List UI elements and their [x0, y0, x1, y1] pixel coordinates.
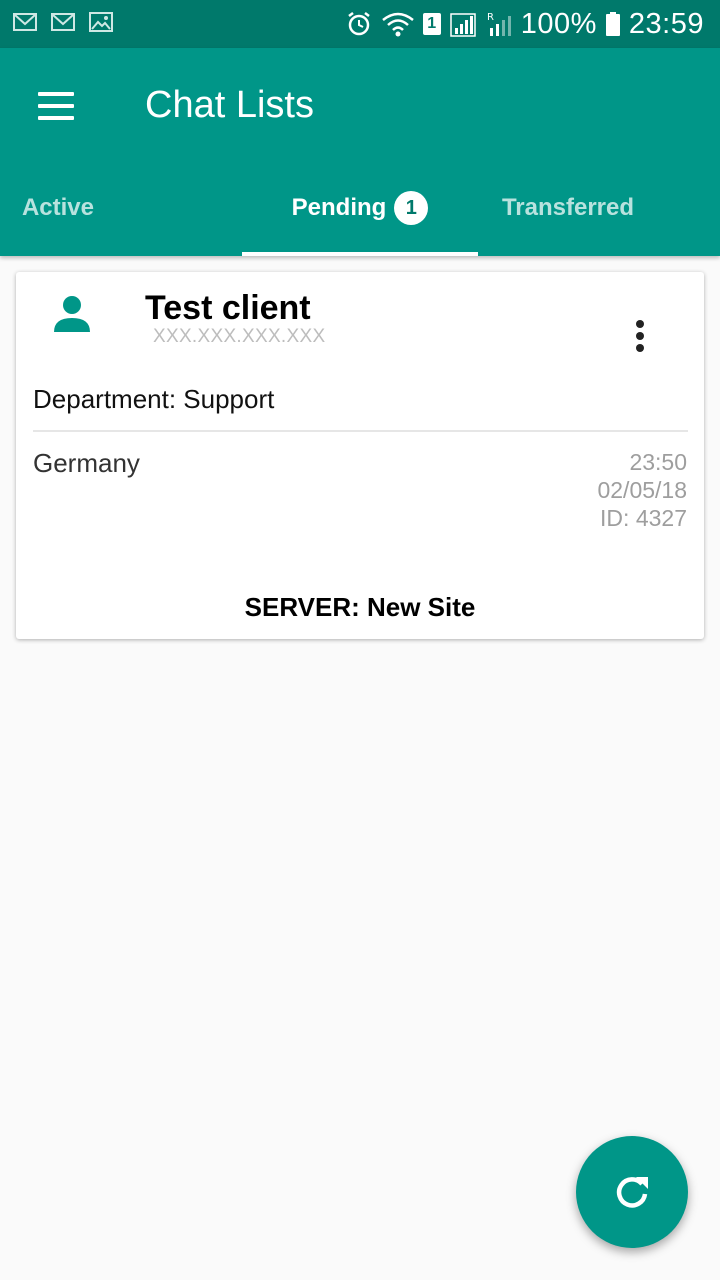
system-icons: 1 R 100% 23:59 [345, 0, 704, 48]
tab-label: Active [21, 194, 95, 221]
page-title: Chat Lists [145, 84, 314, 126]
clock: 23:59 [628, 7, 704, 40]
country: Germany [33, 448, 140, 478]
refresh-icon [616, 1177, 648, 1208]
more-options-button[interactable] [628, 316, 652, 356]
svg-text:R: R [487, 12, 494, 23]
client-name: Test client [145, 289, 311, 327]
more-vert-icon [636, 320, 644, 328]
person-icon [54, 296, 90, 332]
tab-label: Pending [291, 194, 387, 221]
battery-icon [605, 12, 620, 36]
chat-card[interactable]: Test client XXX.XXX.XXX.XXX Department: … [16, 272, 704, 639]
tab-label: Transferred [501, 194, 635, 221]
wifi-icon [381, 12, 414, 37]
client-ip: XXX.XXX.XXX.XXX [153, 326, 326, 347]
chat-date: 02/05/18 [597, 477, 687, 503]
menu-button[interactable] [30, 82, 82, 130]
signal-icon [450, 13, 476, 37]
menu-icon [38, 92, 74, 96]
menu-icon-bar [38, 116, 74, 120]
sim-badge: 1 [422, 13, 441, 35]
alarm-icon [348, 12, 370, 36]
chat-id: ID: 4327 [600, 505, 687, 531]
divider [33, 430, 688, 432]
tab-transferred[interactable]: Transferred [478, 160, 658, 256]
menu-icon-bar [38, 104, 74, 108]
chat-time: 23:50 [629, 449, 687, 475]
battery-percent: 100% [520, 7, 597, 40]
more-vert-icon-dot [636, 344, 644, 352]
gallery-icon [89, 12, 113, 32]
pending-count-badge: 1 [394, 191, 429, 225]
server-label: SERVER: New Site [244, 592, 476, 622]
gmail-icon [51, 13, 75, 31]
roaming-signal-icon: R [487, 12, 511, 36]
gmail-icon [13, 13, 37, 31]
tab-pending[interactable]: Pending 1 [242, 160, 478, 256]
tab-active[interactable]: Active [0, 160, 116, 256]
tab-bar: Active Pending 1 Transferred [0, 160, 720, 256]
refresh-button[interactable] [576, 1136, 688, 1248]
chat-meta: 23:50 02/05/18 ID: 4327 [597, 448, 687, 532]
app-bar: Chat Lists Active Pending 1 Transferred [0, 48, 720, 256]
notification-icons [12, 10, 114, 34]
tab-indicator [242, 252, 478, 256]
status-bar: 1 R 100% 23:59 [0, 0, 720, 48]
department: Department: Support [33, 384, 275, 414]
more-vert-icon-dot [636, 332, 644, 340]
